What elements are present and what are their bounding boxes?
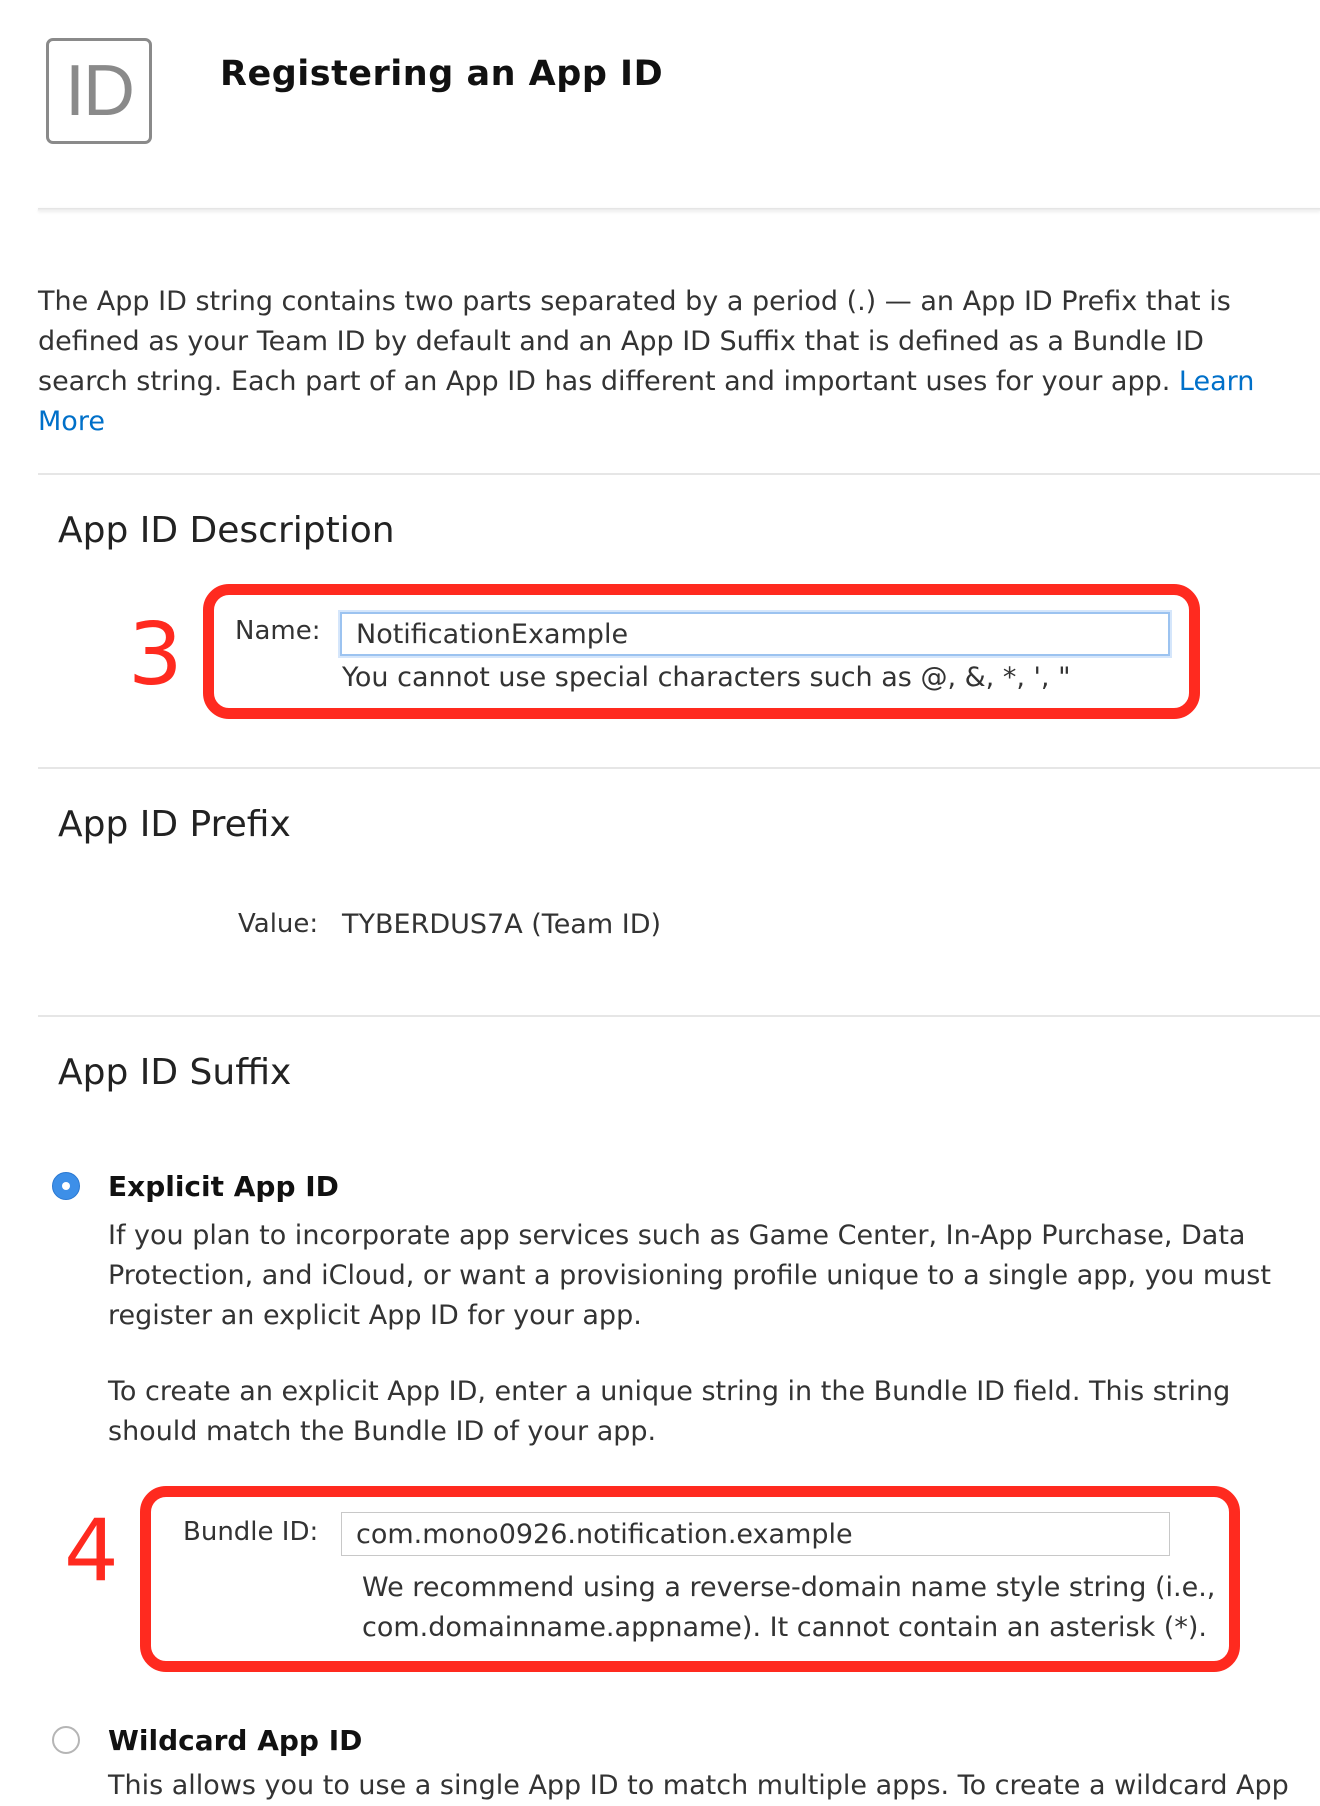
explicit-app-id-instructions: To create an explicit App ID, enter a un…	[108, 1376, 1231, 1447]
name-label: Name:	[235, 616, 321, 646]
wildcard-app-id-radio[interactable]	[52, 1726, 80, 1754]
name-input[interactable]	[340, 612, 1170, 656]
suffix-heading: App ID Suffix	[58, 1052, 292, 1093]
explicit-app-id-radio[interactable]	[52, 1172, 80, 1200]
section-divider	[38, 767, 1320, 769]
page-title: Registering an App ID	[220, 54, 664, 94]
prefix-value: TYBERDUS7A (Team ID)	[342, 909, 662, 940]
name-helper-text: You cannot use special characters such a…	[342, 662, 1071, 693]
description-heading: App ID Description	[58, 510, 395, 551]
section-divider	[38, 473, 1320, 475]
wildcard-app-id-title[interactable]: Wildcard App ID	[108, 1724, 362, 1757]
intro-text: The App ID string contains two parts sep…	[38, 286, 1231, 397]
header-divider	[38, 208, 1320, 211]
explicit-app-id-description: If you plan to incorporate app services …	[108, 1220, 1271, 1331]
bundle-id-label: Bundle ID:	[183, 1517, 319, 1547]
bundle-id-input[interactable]	[341, 1512, 1170, 1556]
prefix-value-label: Value:	[238, 909, 319, 939]
step-3-marker: 3	[128, 605, 183, 705]
bundle-id-helper-text: We recommend using a reverse-domain name…	[362, 1572, 1216, 1643]
explicit-app-id-title[interactable]: Explicit App ID	[108, 1170, 339, 1203]
wildcard-app-id-description: This allows you to use a single App ID t…	[108, 1770, 1289, 1801]
prefix-heading: App ID Prefix	[58, 804, 291, 845]
step-4-marker: 4	[64, 1501, 119, 1601]
intro-paragraph: The App ID string contains two parts sep…	[38, 282, 1298, 442]
section-divider	[38, 1015, 1320, 1017]
app-id-icon: ID	[46, 38, 152, 144]
